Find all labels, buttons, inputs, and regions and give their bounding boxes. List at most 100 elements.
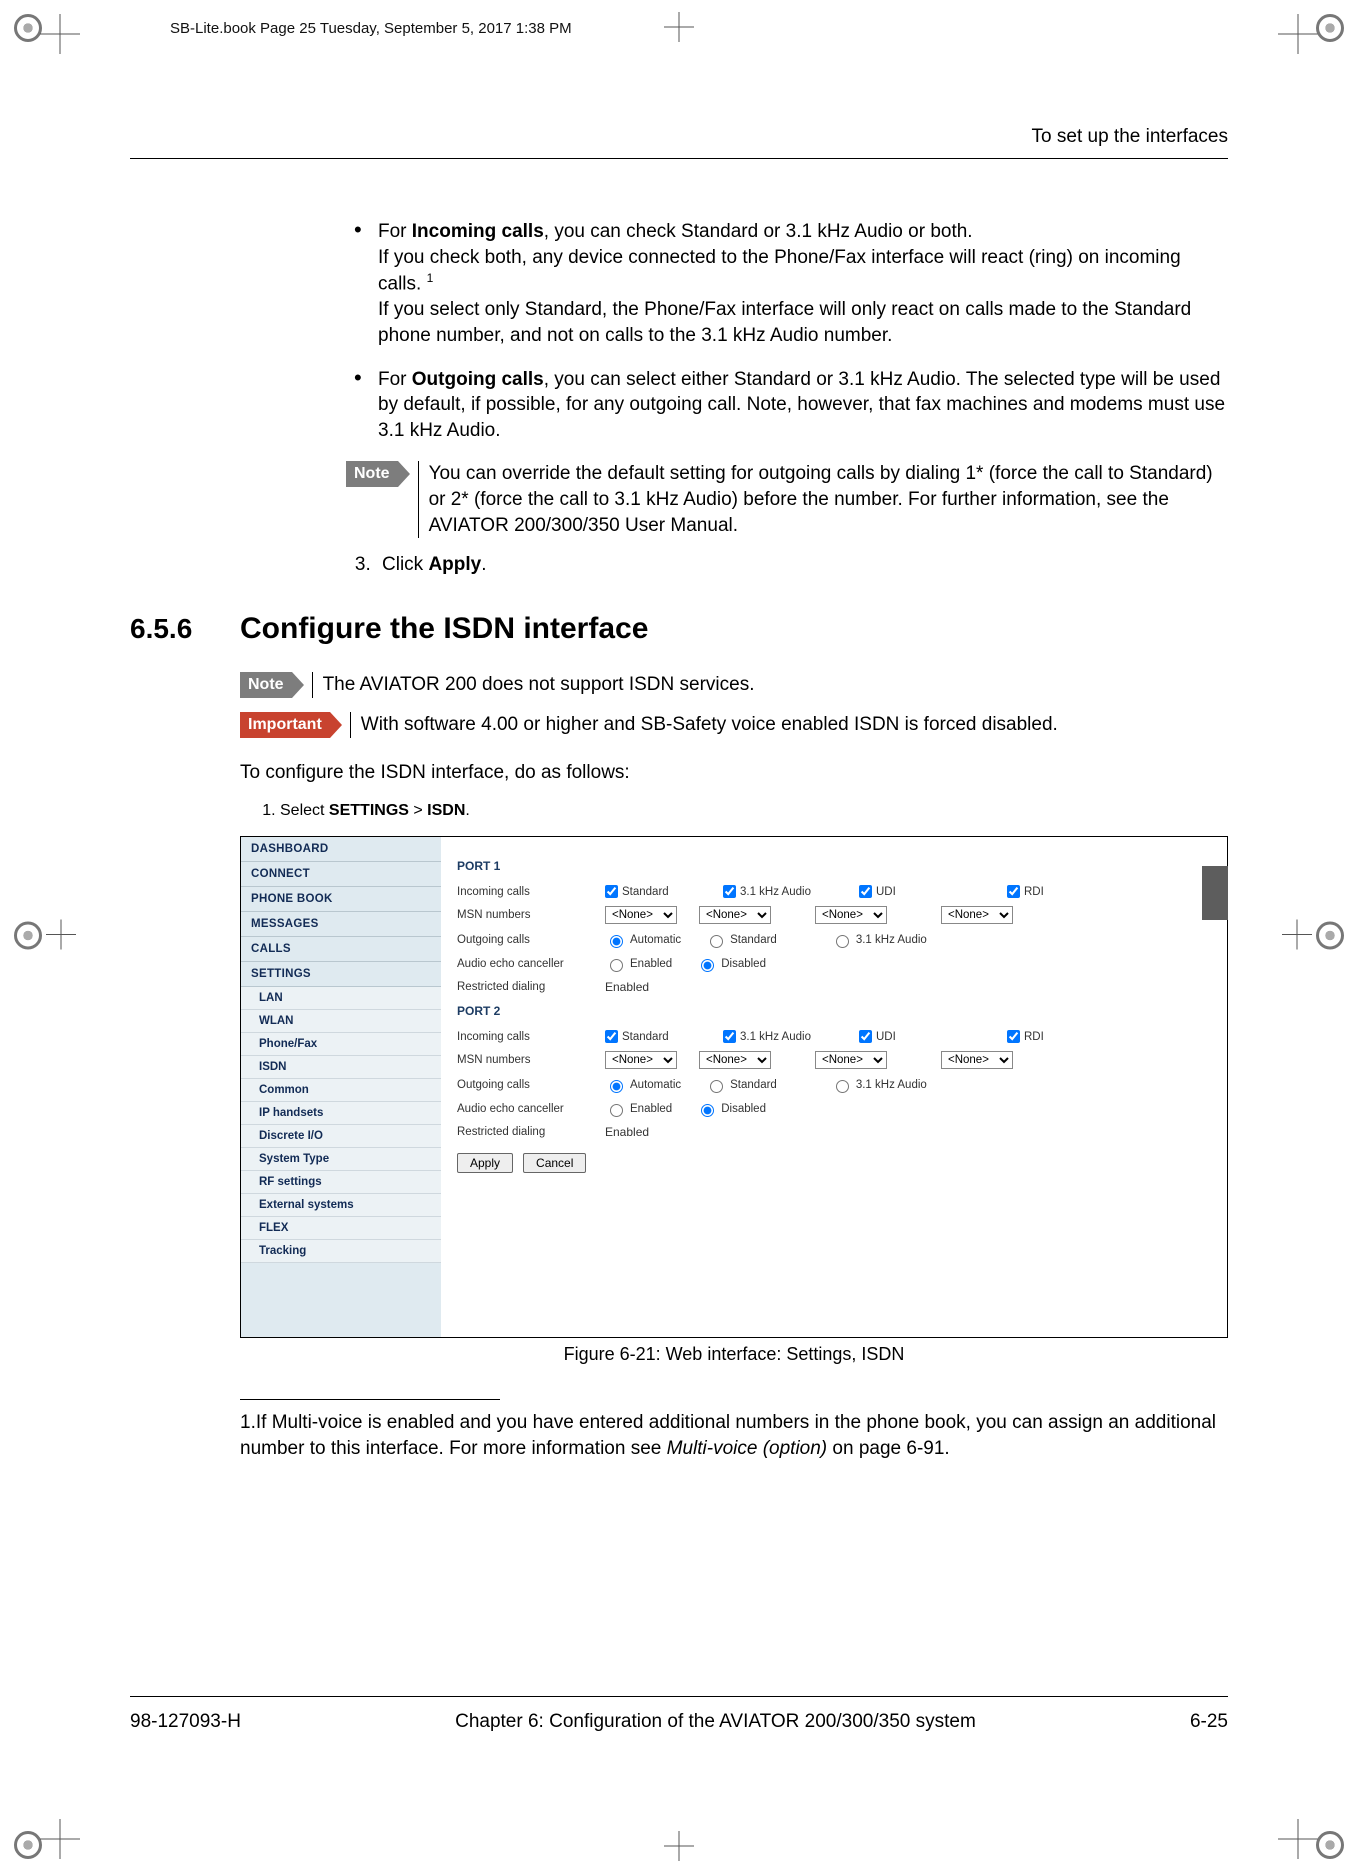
checkbox-label: 3.1 kHz Audio [740,886,811,898]
radio-input[interactable] [610,959,623,972]
sidebar-item-common[interactable]: Common [241,1079,441,1102]
running-head: To set up the interfaces [130,126,1228,159]
sidebar-item-settings[interactable]: SETTINGS [241,962,441,987]
checkbox-standard[interactable]: Standard [605,885,695,898]
radio-label: Automatic [630,934,681,946]
sidebar-item-lan[interactable]: LAN [241,987,441,1010]
radio-input[interactable] [836,1080,849,1093]
radio-input[interactable] [610,1080,623,1093]
radio-standard[interactable]: Standard [705,932,777,948]
radio-disabled[interactable]: Disabled [696,956,766,972]
radio-input[interactable] [710,935,723,948]
section-number: 6.5.6 [130,613,240,645]
thumb-tab [1202,866,1228,920]
checkbox-udi[interactable]: UDI [859,885,949,898]
sidebar-item-isdn[interactable]: ISDN [241,1056,441,1079]
select-msn-31khz[interactable]: <None> [699,906,771,924]
checkbox-input[interactable] [859,885,872,898]
sidebar-item-messages[interactable]: MESSAGES [241,912,441,937]
sidebar-item-dashboard[interactable]: DASHBOARD [241,837,441,862]
radio-label: Standard [730,1079,777,1091]
checkbox-input[interactable] [605,885,618,898]
checkbox-udi[interactable]: UDI [859,1030,949,1043]
text-bold: Outgoing calls [412,369,544,390]
text: Click [382,554,428,575]
sidebar-item-tracking[interactable]: Tracking [241,1240,441,1263]
tag-arrow-icon [292,672,304,698]
checkbox-rdi[interactable]: RDI [1007,1030,1097,1043]
text: . [465,802,469,819]
figure-caption: Figure 6-21: Web interface: Settings, IS… [240,1344,1228,1365]
radio-standard[interactable]: Standard [705,1077,777,1093]
checkbox-input[interactable] [723,1030,736,1043]
select-msn-rdi[interactable]: <None> [941,1051,1013,1069]
checkbox-31khz[interactable]: 3.1 kHz Audio [723,885,831,898]
radio-label: 3.1 kHz Audio [856,1079,927,1091]
sidebar-item-iphandsets[interactable]: IP handsets [241,1102,441,1125]
label-msn: MSN numbers [457,1054,597,1066]
checkbox-rdi[interactable]: RDI [1007,885,1097,898]
checkbox-input[interactable] [605,1030,618,1043]
radio-input[interactable] [710,1080,723,1093]
sidebar-item-phonebook[interactable]: PHONE BOOK [241,887,441,912]
label-restricted: Restricted dialing [457,981,597,993]
text: , you can check Standard or 3.1 kHz Audi… [544,221,973,242]
select-msn-udi[interactable]: <None> [815,1051,887,1069]
footnote-separator [240,1399,500,1400]
select-msn-udi[interactable]: <None> [815,906,887,924]
note-tag: Note [346,461,398,487]
sidebar-item-systemtype[interactable]: System Type [241,1148,441,1171]
page: SB-Lite.book Page 25 Tuesday, September … [0,0,1358,1873]
label-restricted: Restricted dialing [457,1126,597,1138]
radio-input[interactable] [610,1104,623,1117]
select-msn-standard[interactable]: <None> [605,906,677,924]
sidebar-item-flex[interactable]: FLEX [241,1217,441,1240]
sidebar-item-wlan[interactable]: WLAN [241,1010,441,1033]
note-text: You can override the default setting for… [418,461,1228,538]
radio-automatic[interactable]: Automatic [605,932,681,948]
radio-label: 3.1 kHz Audio [856,934,927,946]
note-block: Note The AVIATOR 200 does not support IS… [240,672,1228,698]
row-outgoing-1: Outgoing calls Automatic Standard 3.1 kH… [457,932,1211,948]
text: > [409,802,427,819]
sidebar-item-discreteio[interactable]: Discrete I/O [241,1125,441,1148]
sidebar-item-extsys[interactable]: External systems [241,1194,441,1217]
sidebar-item-rfsettings[interactable]: RF settings [241,1171,441,1194]
radio-31khz[interactable]: 3.1 kHz Audio [831,932,927,948]
apply-button[interactable]: Apply [457,1153,513,1173]
checkbox-31khz[interactable]: 3.1 kHz Audio [723,1030,831,1043]
sidebar-item-connect[interactable]: CONNECT [241,862,441,887]
select-msn-31khz[interactable]: <None> [699,1051,771,1069]
checkbox-standard[interactable]: Standard [605,1030,695,1043]
checkbox-label: RDI [1024,1031,1044,1043]
row-echo-1: Audio echo canceller Enabled Disabled [457,956,1211,972]
sidebar-item-phonefax[interactable]: Phone/Fax [241,1033,441,1056]
crop-mark-icon [1278,14,1318,54]
select-msn-standard[interactable]: <None> [605,1051,677,1069]
checkbox-input[interactable] [1007,885,1020,898]
sidebar-item-calls[interactable]: CALLS [241,937,441,962]
select-msn-rdi[interactable]: <None> [941,906,1013,924]
checkbox-input[interactable] [1007,1030,1020,1043]
label-outgoing: Outgoing calls [457,1079,597,1091]
checkbox-input[interactable] [723,885,736,898]
label-echo: Audio echo canceller [457,1103,597,1115]
radio-input[interactable] [701,959,714,972]
web-main: PORT 1 Incoming calls Standard 3.1 kHz A… [441,837,1227,1337]
port2-title: PORT 2 [457,1004,1211,1018]
important-block: Important With software 4.00 or higher a… [240,712,1228,738]
radio-input[interactable] [610,935,623,948]
radio-input[interactable] [836,935,849,948]
cancel-button[interactable]: Cancel [523,1153,586,1173]
radio-input[interactable] [701,1104,714,1117]
radio-31khz[interactable]: 3.1 kHz Audio [831,1077,927,1093]
radio-automatic[interactable]: Automatic [605,1077,681,1093]
radio-enabled[interactable]: Enabled [605,1101,672,1117]
crop-mark-icon [1282,919,1344,954]
checkbox-input[interactable] [859,1030,872,1043]
body-column: For Incoming calls, you can check Standa… [350,219,1228,578]
radio-enabled[interactable]: Enabled [605,956,672,972]
label-echo: Audio echo canceller [457,958,597,970]
text: Select [280,802,329,819]
radio-disabled[interactable]: Disabled [696,1101,766,1117]
